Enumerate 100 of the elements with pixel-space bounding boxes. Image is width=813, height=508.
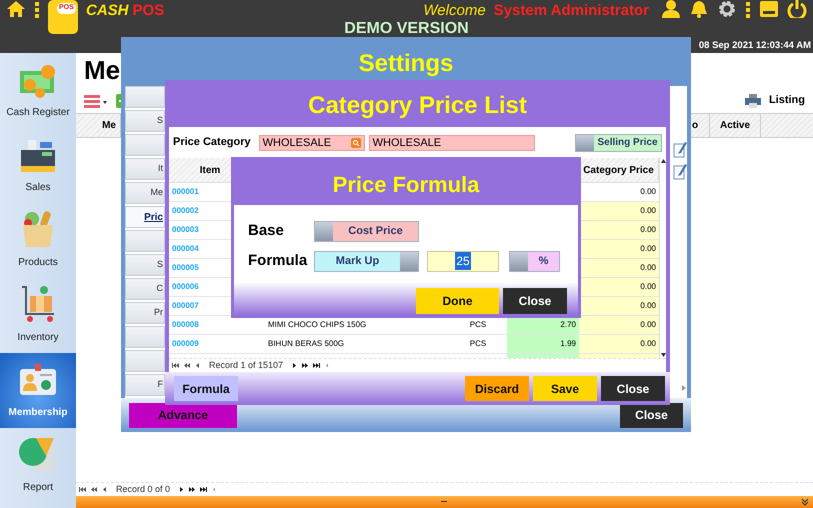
record-counter: Record 0 of 0: [116, 482, 170, 496]
next-icon[interactable]: [178, 486, 186, 493]
window-title: Category Price List: [307, 91, 528, 121]
table-cell-text: 000005: [171, 262, 200, 274]
field-label: Price Category: [173, 135, 251, 150]
field-label: Base: [248, 220, 285, 241]
category-code-field[interactable]: WHOLESALE: [258, 134, 365, 150]
sidebar-item[interactable]: Sales: [0, 128, 76, 203]
formula-toggle[interactable]: Mark Up: [314, 250, 419, 272]
table-cell-text: BIHUN BERAS 500G: [267, 338, 346, 350]
more-icon[interactable]: [745, 0, 751, 18]
table-cell-text: MIMI CHOCO CHIPS 150G: [267, 319, 368, 331]
table-cell: 0.00: [579, 259, 659, 277]
sidebar-item[interactable]: Cash Register: [0, 53, 76, 128]
sidebar-item[interactable]: Membership: [0, 353, 76, 428]
table-cell-text: 000007: [171, 300, 200, 312]
category-name-field: WHOLESALE: [368, 134, 535, 150]
settings-tab[interactable]: Pr: [125, 302, 165, 324]
next-page-icon[interactable]: [302, 362, 310, 369]
value-field[interactable]: 25: [427, 250, 499, 272]
column-header: Active: [710, 114, 761, 138]
brand-name: POS: [132, 1, 164, 21]
field-label: Formula: [248, 250, 308, 271]
page-title: Me: [84, 55, 120, 85]
close-button[interactable]: Close: [503, 288, 567, 314]
table-cell: 0.00: [579, 240, 659, 258]
previous-page-icon[interactable]: [183, 362, 190, 369]
settings-icon[interactable]: [717, 0, 737, 18]
table-cell: 0.00: [579, 202, 659, 220]
home-icon[interactable]: [6, 0, 26, 18]
scroll-down-icon[interactable]: [660, 352, 667, 358]
settings-tab[interactable]: S: [125, 110, 165, 132]
done-button[interactable]: Done: [416, 288, 499, 314]
price-toggle[interactable]: Selling Price: [575, 134, 662, 152]
settings-tab[interactable]: It: [125, 158, 165, 180]
power-icon[interactable]: [787, 0, 807, 18]
record-counter: Record 1 of 15107: [209, 358, 284, 372]
banner-text: DEMO VERSION: [343, 19, 470, 39]
scroll-up-icon[interactable]: [660, 158, 667, 164]
listing-button[interactable]: Listing: [768, 92, 805, 109]
money-icon: [18, 63, 58, 99]
table-cell-text: PCS: [468, 338, 488, 350]
brand-name: CASH: [86, 1, 129, 21]
next-page-icon[interactable]: [189, 486, 196, 493]
formula-button[interactable]: Formula: [174, 376, 238, 401]
table-cell-text: 000006: [171, 281, 200, 293]
scroll-right-icon[interactable]: [681, 384, 687, 392]
search-icon[interactable]: [350, 138, 361, 148]
table-cell-text: 000002: [171, 205, 200, 217]
date-time: 08 Sep 2021 12:03:44 AM: [698, 39, 811, 53]
unit-toggle[interactable]: %: [509, 250, 560, 272]
expand-icon[interactable]: [801, 498, 809, 506]
sidebar-item[interactable]: Report: [0, 428, 76, 503]
table-cell: 1.99: [507, 335, 579, 353]
previous-page-icon[interactable]: [90, 486, 97, 493]
save-button[interactable]: Save: [533, 376, 597, 401]
next-icon[interactable]: [291, 362, 298, 369]
discard-button[interactable]: Discard: [465, 376, 529, 401]
printer-icon[interactable]: [744, 94, 761, 108]
table-cell: 0.00: [579, 297, 659, 315]
previous-icon[interactable]: [194, 362, 201, 369]
close-button[interactable]: Close: [620, 402, 683, 428]
minimize-icon[interactable]: [759, 0, 779, 18]
settings-tab[interactable]: S: [125, 254, 165, 276]
close-button[interactable]: Close: [601, 376, 665, 401]
table-cell: 0.00: [579, 221, 659, 239]
cash-register-icon: [18, 138, 58, 174]
window-title: Price Formula: [332, 171, 480, 199]
last-page-icon[interactable]: [313, 362, 320, 369]
edit-icon[interactable]: [673, 140, 687, 158]
table-cell-text: 000001: [171, 186, 200, 198]
more-icon[interactable]: [34, 0, 40, 18]
minimize-icon[interactable]: [440, 499, 448, 505]
first-page-icon[interactable]: [172, 362, 179, 369]
settings-tab[interactable]: Pric: [125, 206, 165, 228]
base-toggle[interactable]: Cost Price: [314, 220, 419, 242]
settings-tab[interactable]: Me: [125, 182, 165, 204]
sidebar-item[interactable]: Products: [0, 203, 76, 278]
previous-icon[interactable]: [101, 486, 108, 493]
table-cell-text: PCS: [468, 319, 488, 331]
table-cell-text: 000004: [171, 243, 200, 255]
advance-button[interactable]: Advance: [129, 402, 237, 428]
window-title: Settings: [358, 49, 454, 79]
first-page-icon[interactable]: [79, 486, 86, 493]
settings-tab[interactable]: C: [125, 278, 165, 300]
table-cell-text: 000009: [171, 338, 200, 350]
table-cell-text: 000003: [171, 224, 200, 236]
last-page-icon[interactable]: [200, 486, 208, 493]
user-icon[interactable]: [661, 0, 681, 18]
table-cell: 0.00: [579, 278, 659, 296]
table-cell: 0.00: [579, 335, 659, 353]
edit-icon[interactable]: [673, 162, 687, 180]
bell-icon[interactable]: [689, 0, 709, 18]
settings-tab[interactable]: F: [125, 374, 165, 396]
table-cell: 0.00: [579, 316, 659, 334]
list-menu-icon[interactable]: [84, 94, 108, 108]
table-cell-text: 000008: [171, 319, 200, 331]
user-name: System Administrator: [494, 1, 649, 21]
sidebar-item[interactable]: Inventory: [0, 278, 76, 353]
welcome-text: Welcome: [423, 1, 486, 21]
